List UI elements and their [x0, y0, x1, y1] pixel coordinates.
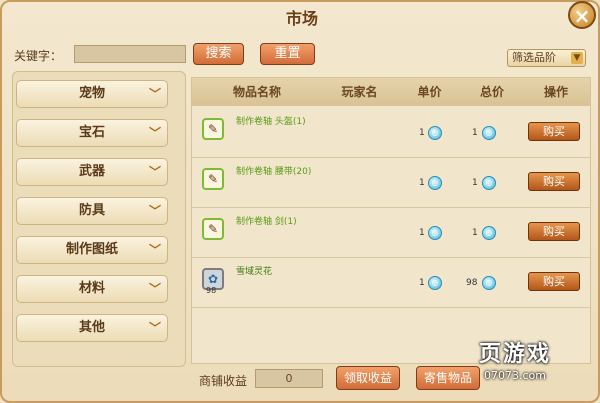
total-price: 1 — [472, 228, 478, 238]
scroll-icon: ✎ — [202, 168, 224, 190]
scroll-icon: ✎ — [202, 218, 224, 240]
filter-label: 筛选品阶 — [512, 51, 556, 64]
search-button[interactable]: 搜索 — [193, 43, 244, 65]
shop-income-value: 0 — [255, 369, 323, 388]
filter-grade-dropdown[interactable]: 筛选品阶 ▼ — [507, 49, 586, 67]
table-row: ✎ 制作卷轴 剑(1) 1 ◎ 1 ◎ 购买 — [192, 208, 590, 258]
column-header-item: 物品名称 — [232, 85, 281, 99]
chevron-down-icon: ﹀ — [148, 126, 161, 140]
item-name: 制作卷轴 腰带(20) — [236, 167, 312, 177]
category-item-material[interactable]: 材料 ﹀ — [16, 275, 168, 303]
watermark-site: 07073.com — [484, 369, 546, 382]
category-label: 武器 — [78, 164, 105, 179]
total-price: 98 — [466, 278, 478, 288]
column-header-player: 玩家名 — [341, 85, 378, 99]
coin-icon: ◎ — [428, 226, 442, 240]
table-row: ✿ 98 雪域灵花 1 ◎ 98 ◎ 购买 — [192, 258, 590, 308]
coin-icon: ◎ — [482, 226, 496, 240]
chevron-down-icon: ﹀ — [148, 165, 161, 179]
keyword-input[interactable] — [74, 45, 186, 63]
column-header-unit-price: 单价 — [417, 85, 442, 99]
item-name: 制作卷轴 剑(1) — [236, 217, 297, 227]
reset-button[interactable]: 重置 — [260, 43, 315, 65]
shop-income-label: 商铺收益 — [199, 374, 248, 388]
chevron-down-icon: ﹀ — [148, 282, 161, 296]
category-item-armor[interactable]: 防具 ﹀ — [16, 197, 168, 225]
category-label: 宠物 — [78, 86, 105, 101]
chevron-down-icon: ﹀ — [148, 87, 161, 101]
window-title: 市场 — [285, 9, 318, 28]
watermark-text: 页游戏 — [478, 342, 551, 367]
category-label: 防具 — [78, 203, 105, 218]
listing-table: 物品名称 玩家名 单价 总价 操作 ✎ 制作卷轴 头盔(1) 1 ◎ 1 ◎ 购… — [191, 77, 591, 364]
market-window: 市场 × 关键字： 搜索 重置 筛选品阶 ▼ 宠物 ﹀ 宝石 ﹀ 武器 ﹀ 防具… — [0, 0, 600, 403]
category-label: 宝石 — [78, 125, 105, 140]
chevron-down-icon: ﹀ — [148, 204, 161, 218]
total-price: 1 — [472, 128, 478, 138]
item-name: 雪域灵花 — [236, 267, 273, 277]
column-header-action: 操作 — [543, 85, 568, 99]
category-sidebar: 宠物 ﹀ 宝石 ﹀ 武器 ﹀ 防具 ﹀ 制作图纸 ﹀ 材料 ﹀ 其他 ﹀ — [12, 71, 186, 367]
unit-price: 1 — [419, 128, 425, 138]
coin-icon: ◎ — [482, 276, 496, 290]
site-watermark: 页游戏 07073.com — [440, 341, 590, 397]
close-icon[interactable]: × — [568, 1, 596, 29]
column-header-total-price: 总价 — [479, 85, 504, 99]
chevron-down-icon: ▼ — [571, 52, 583, 64]
coin-icon: ◎ — [428, 126, 442, 140]
coin-icon: ◎ — [428, 176, 442, 190]
item-quantity: 98 — [206, 286, 217, 295]
unit-price: 1 — [419, 178, 425, 188]
buy-button[interactable]: 购买 — [528, 172, 580, 191]
buy-button[interactable]: 购买 — [528, 122, 580, 141]
category-label: 材料 — [78, 281, 105, 296]
total-price: 1 — [472, 178, 478, 188]
category-label: 其他 — [78, 320, 105, 335]
coin-icon: ◎ — [482, 126, 496, 140]
category-item-other[interactable]: 其他 ﹀ — [16, 314, 168, 342]
buy-button[interactable]: 购买 — [528, 222, 580, 241]
category-label: 制作图纸 — [65, 242, 118, 257]
table-header: 物品名称 玩家名 单价 总价 操作 — [192, 78, 590, 106]
item-name: 制作卷轴 头盔(1) — [236, 117, 306, 127]
buy-button[interactable]: 购买 — [528, 272, 580, 291]
coin-icon: ◎ — [482, 176, 496, 190]
chevron-down-icon: ﹀ — [148, 321, 161, 335]
table-row: ✎ 制作卷轴 头盔(1) 1 ◎ 1 ◎ 购买 — [192, 108, 590, 158]
coin-icon: ◎ — [428, 276, 442, 290]
category-item-weapon[interactable]: 武器 ﹀ — [16, 158, 168, 186]
category-item-pet[interactable]: 宠物 ﹀ — [16, 80, 168, 108]
scroll-icon: ✎ — [202, 118, 224, 140]
unit-price: 1 — [419, 278, 425, 288]
category-item-blueprint[interactable]: 制作图纸 ﹀ — [16, 236, 168, 264]
keyword-label: 关键字： — [14, 49, 63, 63]
table-row: ✎ 制作卷轴 腰带(20) 1 ◎ 1 ◎ 购买 — [192, 158, 590, 208]
chevron-down-icon: ﹀ — [148, 243, 161, 257]
unit-price: 1 — [419, 228, 425, 238]
collect-income-button[interactable]: 领取收益 — [336, 366, 400, 390]
category-item-gem[interactable]: 宝石 ﹀ — [16, 119, 168, 147]
